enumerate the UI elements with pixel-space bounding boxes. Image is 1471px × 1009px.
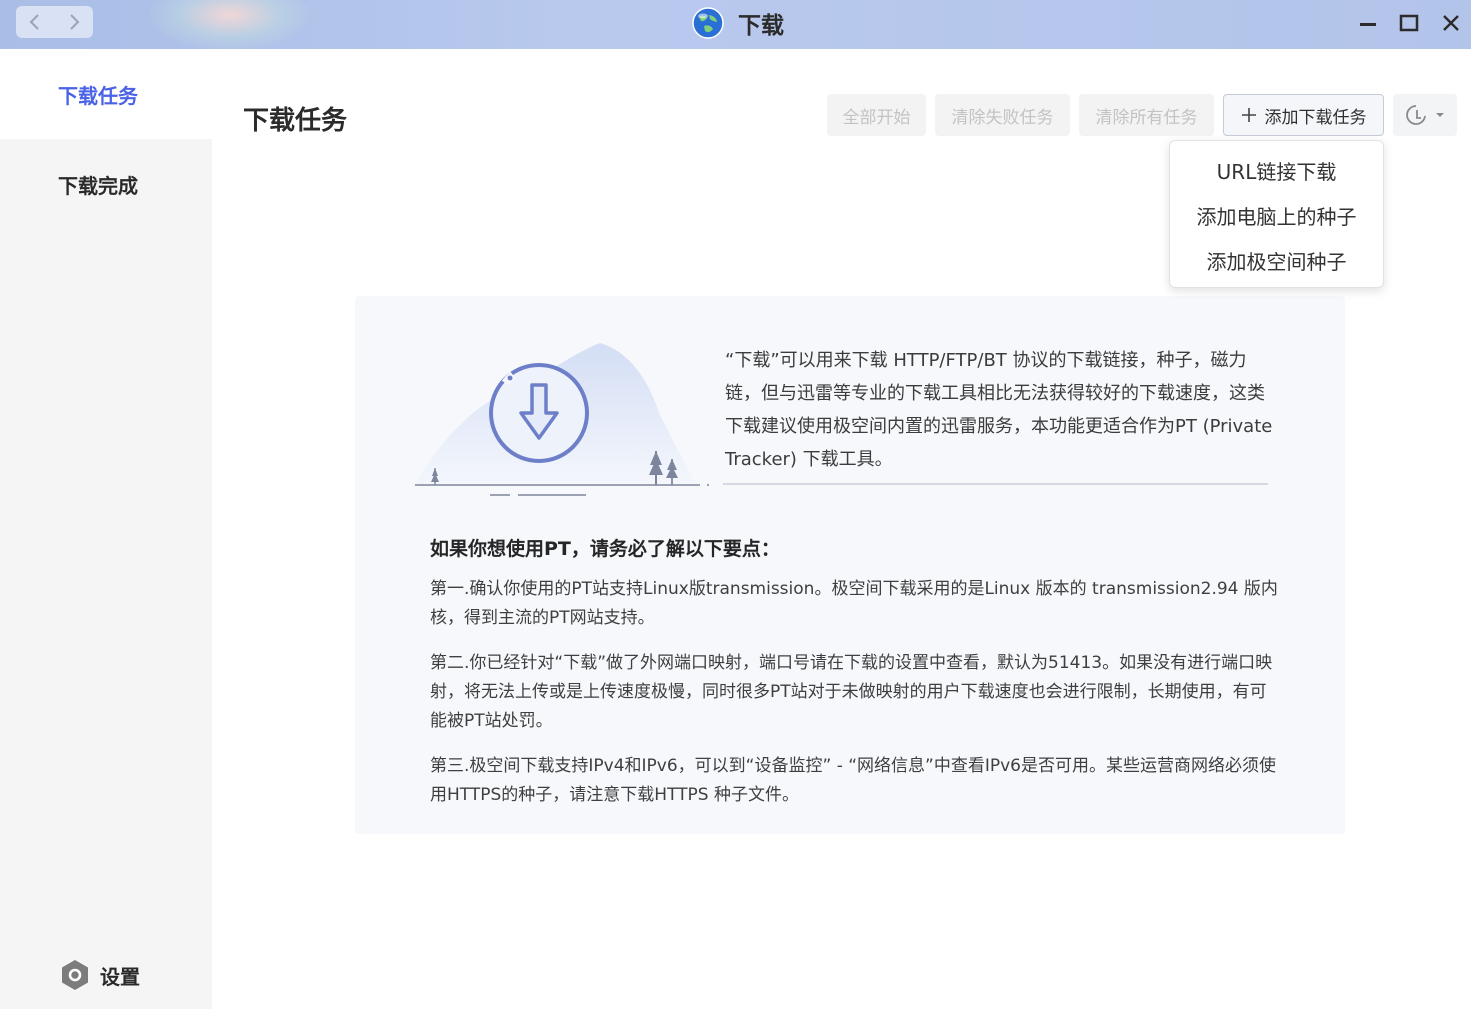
globe-app-icon — [692, 7, 724, 39]
page-title: 下载任务 — [243, 106, 348, 136]
close-icon — [1443, 15, 1459, 31]
settings-label: 设置 — [100, 964, 140, 989]
app-title: 下载 — [692, 6, 784, 40]
download-illustration — [415, 343, 710, 496]
window-title: 下载 — [738, 13, 784, 39]
minimize-icon — [1360, 23, 1376, 26]
tip-paragraph: 第二.你已经针对“下载”做了外网端口映射，端口号请在下载的设置中查看，默认为51… — [430, 653, 1273, 731]
maximize-button[interactable] — [1396, 10, 1422, 36]
tips-heading: 如果你想使用PT，请务必了解以下要点： — [430, 538, 780, 560]
sidebar-item-label: 下载任务 — [58, 83, 138, 108]
intro-text: “下载”可以用来下载 HTTP/FTP/BT 协议的下载链接，种子，磁力链，但与… — [725, 350, 1273, 470]
close-button[interactable] — [1438, 10, 1464, 36]
maximize-icon — [1399, 14, 1419, 32]
speed-limit-dropdown[interactable] — [1393, 94, 1457, 136]
settings-button[interactable]: 设置 — [60, 959, 140, 991]
sidebar-item-downloading[interactable]: 下载任务 — [0, 49, 212, 139]
settings-hex-icon — [62, 960, 88, 990]
divider — [723, 483, 1268, 485]
tip-paragraph: 第一.确认你使用的PT站支持Linux版transmission。极空间下载采用… — [430, 579, 1278, 628]
tip-paragraph: 第三.极空间下载支持IPv4和IPv6，可以到“设备监控” - “网络信息”中查… — [430, 756, 1276, 805]
minimize-button[interactable] — [1355, 10, 1381, 36]
add-task-button[interactable]: 添加下载任务 — [1223, 94, 1384, 136]
clear-all-button[interactable]: 清除所有任务 — [1079, 94, 1214, 136]
title-bar-glow — [150, 0, 310, 50]
menu-item-url-download[interactable]: URL链接下载 — [1170, 148, 1383, 193]
speed-gauge-icon — [1406, 105, 1426, 125]
add-task-label: 添加下载任务 — [1264, 107, 1367, 128]
back-button[interactable] — [16, 6, 55, 38]
chevron-down-icon — [1436, 113, 1444, 117]
clear-failed-button[interactable]: 清除失败任务 — [935, 94, 1070, 136]
add-task-menu: URL链接下载 添加电脑上的种子 添加极空间种子 — [1169, 140, 1384, 288]
title-bar: 下载 — [0, 0, 1471, 50]
forward-button[interactable] — [55, 6, 94, 38]
sidebar: 下载任务 下载完成 设置 — [0, 49, 212, 1009]
forward-icon — [70, 14, 80, 30]
sidebar-item-label: 下载完成 — [58, 173, 138, 198]
menu-item-zspace-torrent[interactable]: 添加极空间种子 — [1170, 238, 1383, 283]
nav-buttons — [16, 6, 93, 38]
start-all-button[interactable]: 全部开始 — [827, 94, 926, 136]
back-icon — [29, 14, 39, 30]
sidebar-item-completed[interactable]: 下载完成 — [0, 139, 212, 229]
plus-icon — [1241, 108, 1256, 122]
menu-item-local-torrent[interactable]: 添加电脑上的种子 — [1170, 193, 1383, 238]
